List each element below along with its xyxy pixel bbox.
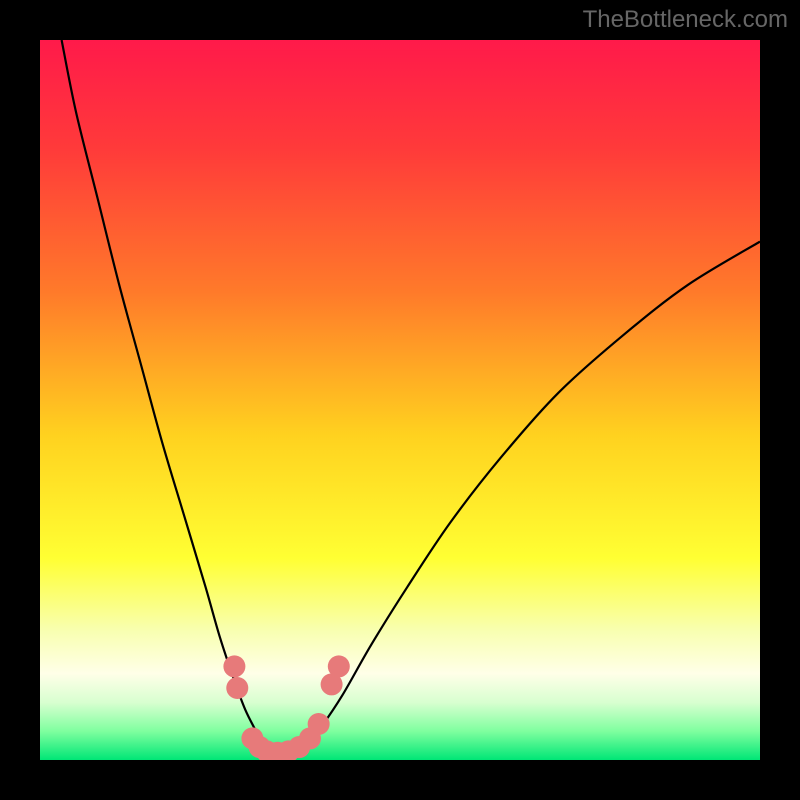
highlight-dot bbox=[328, 655, 350, 677]
highlight-dot bbox=[308, 713, 330, 735]
watermark-text: TheBottleneck.com bbox=[583, 6, 788, 34]
highlight-dot bbox=[226, 677, 248, 699]
chart-background bbox=[40, 40, 760, 760]
chart-plot-area bbox=[40, 40, 760, 760]
highlight-dot bbox=[223, 655, 245, 677]
bottleneck-chart bbox=[40, 40, 760, 760]
